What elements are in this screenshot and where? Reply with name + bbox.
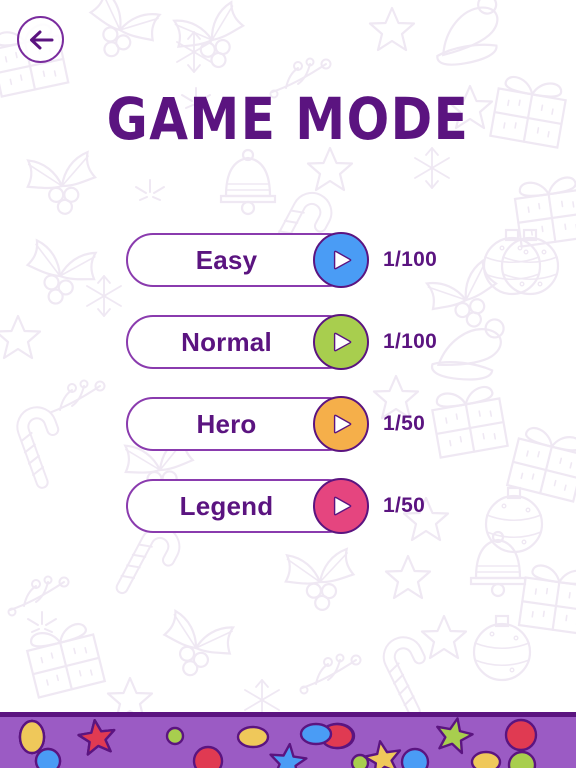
- play-button-hero[interactable]: [313, 396, 369, 452]
- mode-label: Legend: [179, 490, 274, 521]
- mode-list: Easy 1/100 Normal 1/100 Hero 1/50 Legend…: [0, 232, 576, 561]
- play-icon: [333, 496, 352, 516]
- mode-row-legend: Legend 1/50: [0, 478, 576, 534]
- play-button-legend[interactable]: [313, 478, 369, 534]
- game-mode-screen: GAME MODE Easy 1/100 Normal 1/100 Hero 1…: [0, 0, 576, 768]
- play-icon: [333, 250, 352, 270]
- play-icon: [333, 414, 352, 434]
- mode-count: 1/50: [383, 494, 426, 517]
- play-button-easy[interactable]: [313, 232, 369, 288]
- mode-count: 1/100: [383, 330, 438, 353]
- mode-count: 1/50: [383, 412, 426, 435]
- mode-count: 1/100: [383, 248, 438, 271]
- mode-label: Easy: [195, 244, 258, 275]
- mode-label: Hero: [196, 408, 257, 439]
- play-button-normal[interactable]: [313, 314, 369, 370]
- confetti-bar: [0, 712, 576, 768]
- mode-row-easy: Easy 1/100: [0, 232, 576, 288]
- page-title: GAME MODE: [106, 85, 470, 153]
- back-button[interactable]: [17, 16, 64, 63]
- arrow-left-icon: [29, 30, 53, 49]
- mode-row-normal: Normal 1/100: [0, 314, 576, 370]
- mode-row-hero: Hero 1/50: [0, 396, 576, 452]
- confetti-decoration: [18, 717, 538, 768]
- mode-label: Normal: [181, 326, 272, 357]
- play-icon: [333, 332, 352, 352]
